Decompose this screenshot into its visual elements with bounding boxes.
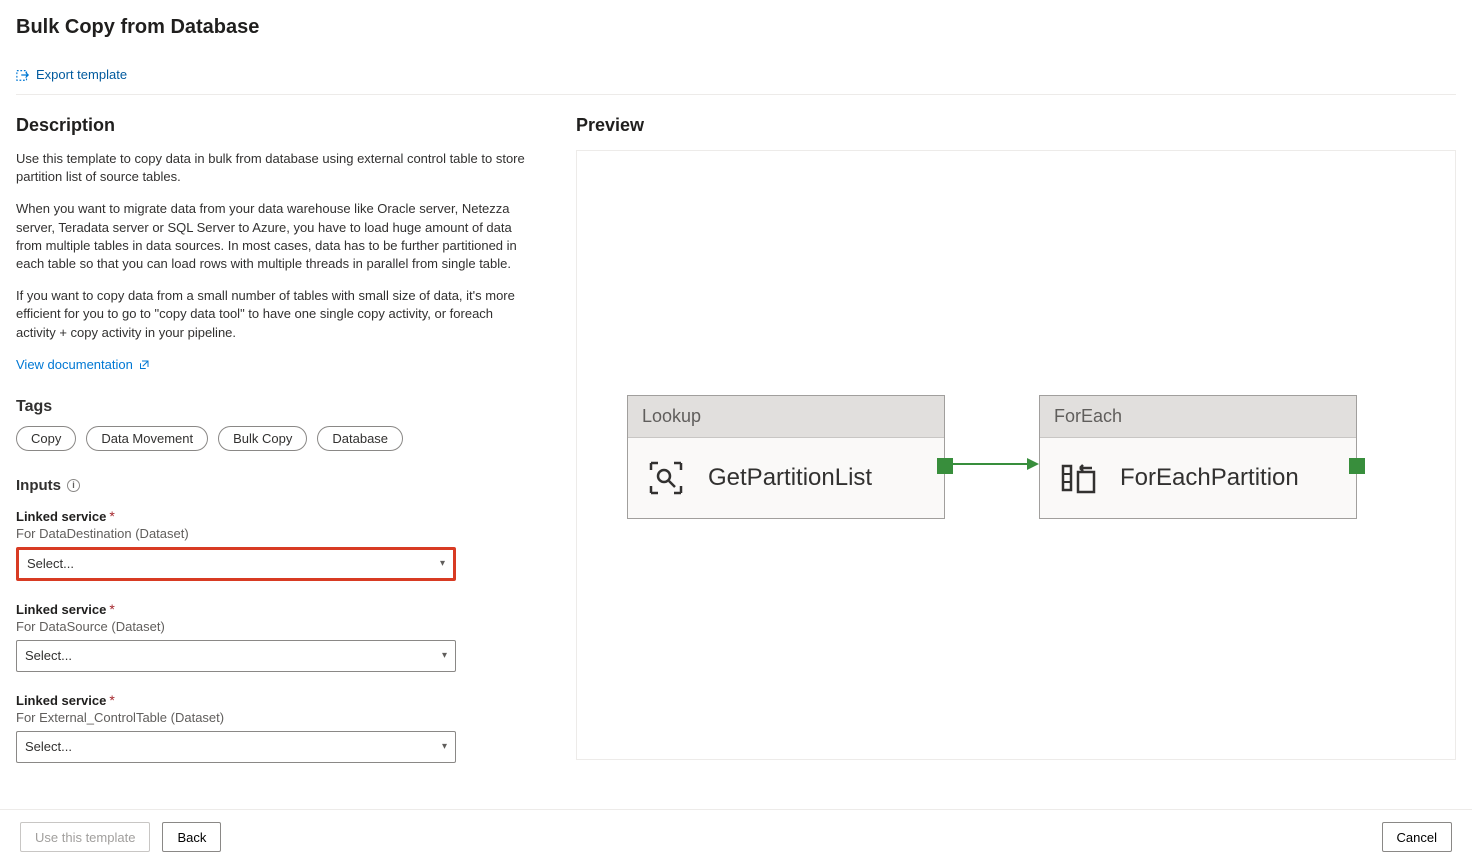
use-this-template-button: Use this template — [20, 822, 150, 852]
input-label: Linked service — [16, 509, 106, 524]
inputs-heading-label: Inputs — [16, 477, 61, 494]
view-documentation-link[interactable]: View documentation — [16, 357, 151, 372]
tag-bulk-copy[interactable]: Bulk Copy — [218, 426, 307, 451]
select-placeholder: Select... — [27, 556, 74, 571]
node-header: Lookup — [628, 396, 944, 438]
preview-heading: Preview — [576, 115, 1456, 136]
export-icon — [16, 68, 30, 82]
linked-service-select-datasource[interactable]: Select... ▾ — [16, 640, 456, 672]
node-header: ForEach — [1040, 396, 1356, 438]
preview-canvas[interactable]: Lookup GetPartitionList ForEach — [576, 150, 1456, 760]
chevron-down-icon: ▾ — [442, 741, 447, 752]
tag-copy[interactable]: Copy — [16, 426, 76, 451]
external-link-icon — [139, 358, 151, 370]
description-heading: Description — [16, 115, 536, 136]
required-star: * — [109, 601, 114, 617]
lookup-icon — [646, 458, 686, 498]
pipeline-node-foreach[interactable]: ForEach ForEachPartition — [1039, 395, 1357, 519]
node-output-handle[interactable] — [937, 458, 953, 474]
cancel-button[interactable]: Cancel — [1382, 822, 1452, 852]
description-paragraph: If you want to copy data from a small nu… — [16, 287, 536, 342]
back-button[interactable]: Back — [162, 822, 221, 852]
description-paragraph: When you want to migrate data from your … — [16, 200, 536, 273]
tag-database[interactable]: Database — [317, 426, 403, 451]
description-paragraph: Use this template to copy data in bulk f… — [16, 150, 536, 186]
input-group-datasource: Linked service* For DataSource (Dataset)… — [16, 601, 536, 672]
input-sublabel: For DataSource (Dataset) — [16, 619, 536, 634]
node-name: ForEachPartition — [1120, 464, 1299, 492]
export-template-label: Export template — [36, 67, 127, 82]
inputs-heading: Inputs i — [16, 477, 80, 494]
export-template-link[interactable]: Export template — [16, 67, 127, 82]
info-icon[interactable]: i — [67, 479, 80, 492]
node-output-handle[interactable] — [1349, 458, 1365, 474]
input-sublabel: For External_ControlTable (Dataset) — [16, 710, 536, 725]
input-label: Linked service — [16, 602, 106, 617]
tag-data-movement[interactable]: Data Movement — [86, 426, 208, 451]
input-sublabel: For DataDestination (Dataset) — [16, 526, 536, 541]
foreach-icon — [1058, 458, 1098, 498]
required-star: * — [109, 692, 114, 708]
select-placeholder: Select... — [25, 648, 72, 663]
required-star: * — [109, 508, 114, 524]
chevron-down-icon: ▾ — [442, 650, 447, 661]
input-label: Linked service — [16, 693, 106, 708]
view-documentation-label: View documentation — [16, 357, 133, 372]
input-group-datadestination: Linked service* For DataDestination (Dat… — [16, 508, 536, 581]
select-placeholder: Select... — [25, 739, 72, 754]
tags-row: Copy Data Movement Bulk Copy Database — [16, 426, 536, 451]
footer-bar: Use this template Back Cancel — [0, 809, 1472, 864]
page-title: Bulk Copy from Database — [16, 16, 1456, 39]
chevron-down-icon: ▾ — [440, 558, 445, 569]
connector-arrow — [947, 463, 1037, 465]
tags-heading: Tags — [16, 398, 536, 416]
linked-service-select-controltable[interactable]: Select... ▾ — [16, 731, 456, 763]
pipeline-node-lookup[interactable]: Lookup GetPartitionList — [627, 395, 945, 519]
linked-service-select-datadestination[interactable]: Select... ▾ — [16, 547, 456, 581]
toolbar: Export template — [16, 67, 1456, 95]
input-group-controltable: Linked service* For External_ControlTabl… — [16, 692, 536, 763]
node-name: GetPartitionList — [708, 464, 872, 492]
